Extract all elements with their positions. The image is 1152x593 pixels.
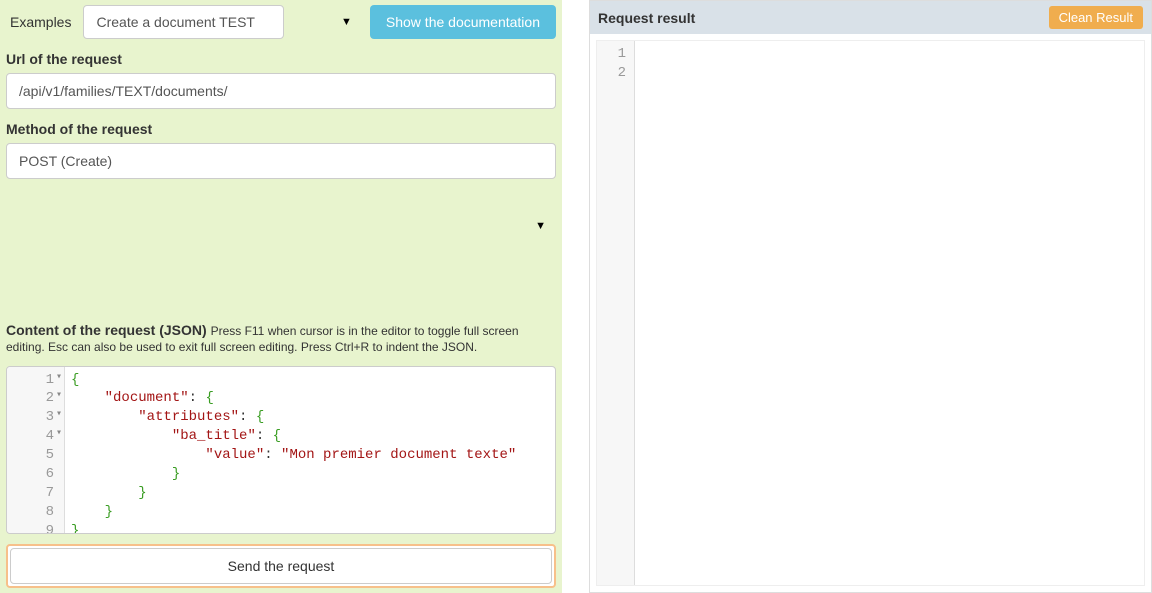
method-select[interactable]: POST (Create) xyxy=(6,143,556,179)
send-request-button[interactable]: Send the request xyxy=(10,548,552,584)
result-header: Request result Clean Result xyxy=(590,1,1151,34)
url-input[interactable] xyxy=(6,73,556,109)
content-label-text: Content of the request (JSON) xyxy=(6,322,207,338)
url-label: Url of the request xyxy=(6,51,556,67)
result-gutter: 12 xyxy=(597,41,635,585)
chevron-down-icon: ▼ xyxy=(535,220,546,232)
clean-result-button[interactable]: Clean Result xyxy=(1049,6,1143,29)
result-title: Request result xyxy=(598,10,695,26)
examples-select[interactable]: Create a document TEST xyxy=(83,5,284,39)
json-editor[interactable]: 1▾2▾3▾4▾5 6 7 8 9 { "document": { "attri… xyxy=(6,366,556,535)
editor-gutter: 1▾2▾3▾4▾5 6 7 8 9 xyxy=(7,367,65,534)
examples-select-wrap: Create a document TEST ▼ xyxy=(83,5,361,39)
chevron-down-icon: ▼ xyxy=(341,16,352,28)
method-select-wrap: POST (Create) ▼ xyxy=(6,143,556,310)
result-content[interactable] xyxy=(635,41,1144,585)
result-body: 12 xyxy=(596,40,1145,586)
show-documentation-button[interactable]: Show the documentation xyxy=(370,5,556,39)
send-row: Send the request xyxy=(6,544,556,588)
content-label: Content of the request (JSON) Press F11 … xyxy=(6,322,556,354)
result-panel: Request result Clean Result 12 xyxy=(589,0,1152,593)
request-form-panel: Examples Create a document TEST ▼ Show t… xyxy=(0,0,562,593)
editor-code[interactable]: { "document": { "attributes": { "ba_titl… xyxy=(65,367,555,534)
examples-label: Examples xyxy=(6,8,75,36)
toolbar: Examples Create a document TEST ▼ Show t… xyxy=(6,5,556,39)
method-label: Method of the request xyxy=(6,121,556,137)
